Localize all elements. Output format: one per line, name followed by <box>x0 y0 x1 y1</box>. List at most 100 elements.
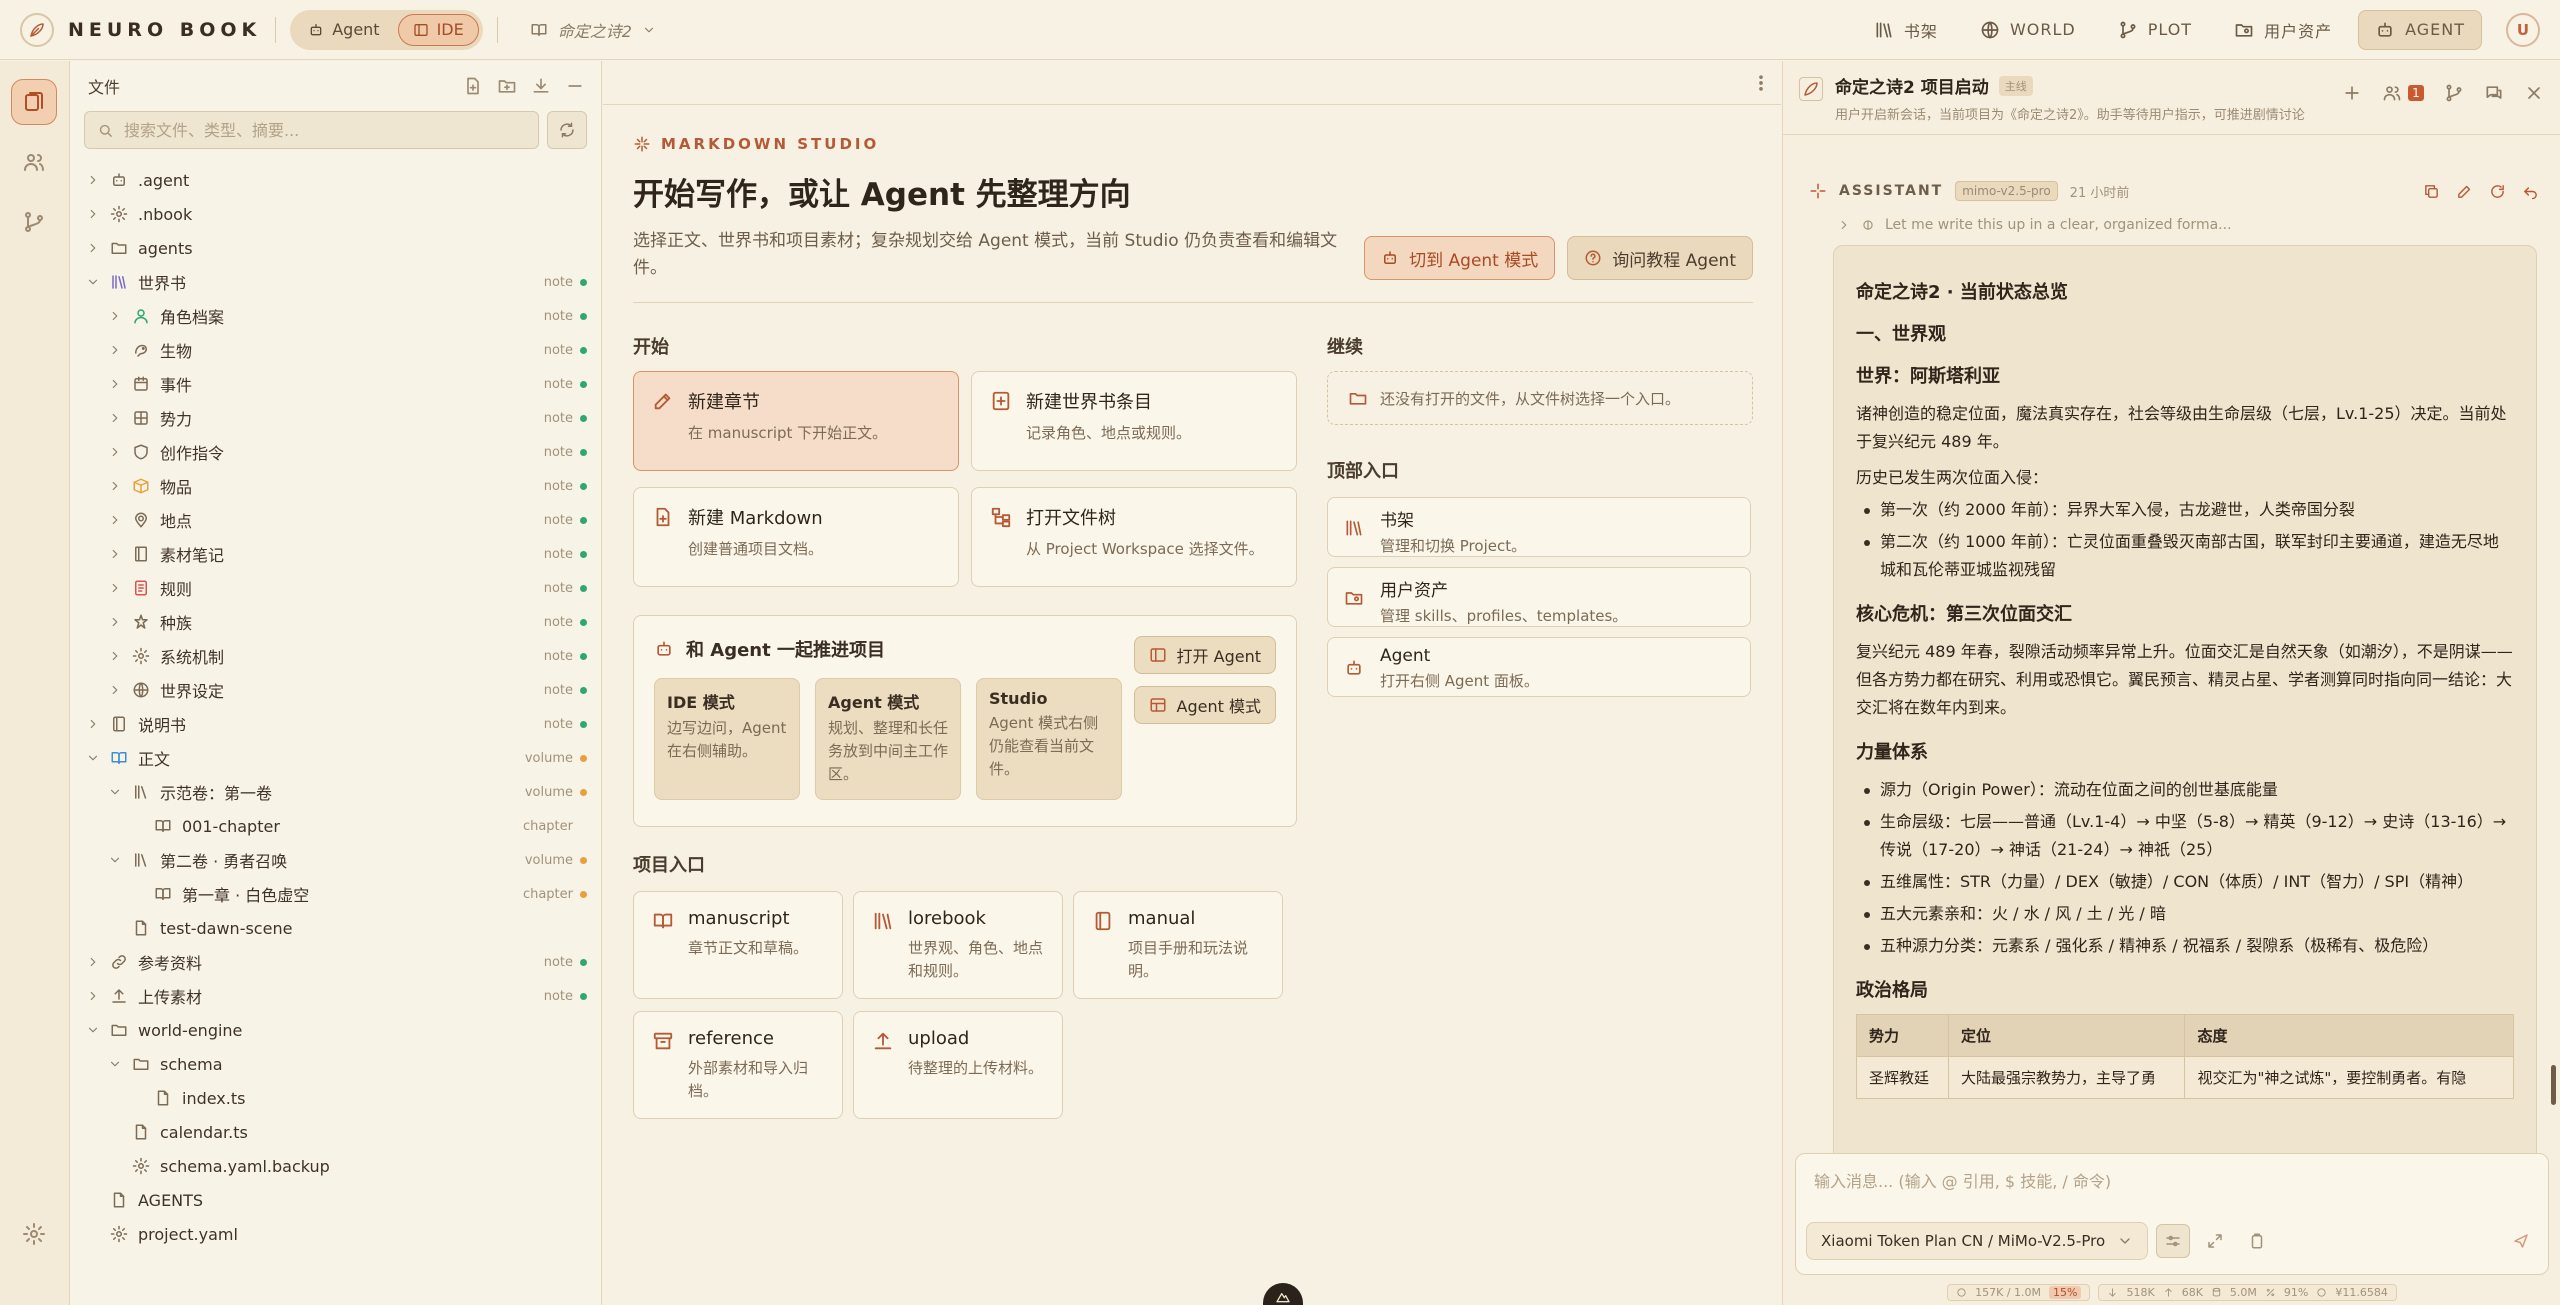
tree-item[interactable]: 物品 note <box>70 469 601 503</box>
chevron-right-icon[interactable] <box>108 683 122 697</box>
chevron-right-icon[interactable] <box>108 445 122 459</box>
tree-item[interactable]: 生物 note <box>70 333 601 367</box>
search-input[interactable] <box>124 120 526 140</box>
new-folder-icon[interactable] <box>497 76 517 96</box>
chevron-down-icon[interactable] <box>86 275 100 289</box>
tree-item[interactable]: 001-chapter chapter <box>70 809 601 843</box>
chevron-down-icon[interactable] <box>108 1057 122 1071</box>
switch-agent-mode-button[interactable]: 切到 Agent 模式 <box>1364 236 1556 280</box>
model-select[interactable]: Xiaomi Token Plan CN / MiMo-V2.5-Pro <box>1806 1222 2148 1260</box>
app-logo[interactable] <box>20 12 54 47</box>
project-card-lorebook[interactable]: lorebook 世界观、角色、地点和规则。 <box>853 891 1063 999</box>
users-icon[interactable] <box>2382 83 2402 103</box>
chat-scrollbar[interactable] <box>2551 1065 2556 1105</box>
chevron-right-icon[interactable] <box>86 207 100 221</box>
mode-agent-button[interactable]: Agent <box>294 14 393 46</box>
chevron-right-icon[interactable] <box>108 649 122 663</box>
tree-item[interactable]: 第二卷 · 勇者召唤 volume <box>70 843 601 877</box>
project-card-reference[interactable]: reference 外部素材和导入归档。 <box>633 1011 843 1119</box>
clipboard-button[interactable] <box>2240 1224 2274 1258</box>
tree-item[interactable]: schema <box>70 1047 601 1081</box>
refresh-button[interactable] <box>547 111 587 149</box>
git-activity-button[interactable] <box>11 199 57 245</box>
chat-history-icon[interactable] <box>2484 83 2504 103</box>
chevron-right-icon[interactable] <box>108 377 122 391</box>
tree-item[interactable]: 规则 note <box>70 571 601 605</box>
send-button[interactable] <box>2504 1224 2538 1258</box>
ask-tutorial-agent-button[interactable]: 询问教程 Agent <box>1567 236 1753 280</box>
collapse-icon[interactable] <box>565 76 585 96</box>
tree-item[interactable]: 创作指令 note <box>70 435 601 469</box>
app-badge[interactable] <box>1263 1283 1303 1305</box>
import-icon[interactable] <box>531 76 551 96</box>
options-button[interactable] <box>2156 1224 2190 1258</box>
tree-item[interactable]: 事件 note <box>70 367 601 401</box>
toplink-user-assets[interactable]: 用户资产 管理 skills、profiles、templates。 <box>1327 567 1751 627</box>
tree-item[interactable]: 参考资料 note <box>70 945 601 979</box>
tree-item[interactable]: 第一章 · 白色虚空 chapter <box>70 877 601 911</box>
open-file-tree-card[interactable]: 打开文件树从 Project Workspace 选择文件。 <box>971 487 1297 587</box>
files-activity-button[interactable] <box>11 79 57 125</box>
copy-icon[interactable] <box>2423 183 2440 200</box>
chevron-right-icon[interactable] <box>108 513 122 527</box>
characters-activity-button[interactable] <box>11 139 57 185</box>
chevron-down-icon[interactable] <box>86 751 100 765</box>
project-card-manual[interactable]: manual 项目手册和玩法说明。 <box>1073 891 1283 999</box>
tree-item[interactable]: schema.yaml.backup <box>70 1149 601 1183</box>
thinking-summary[interactable]: Let me write this up in a clear, organiz… <box>1837 217 2232 233</box>
chevron-right-icon[interactable] <box>108 581 122 595</box>
more-icon[interactable] <box>1751 73 1771 93</box>
project-card-manuscript[interactable]: manuscript 章节正文和草稿。 <box>633 891 843 999</box>
tree-item[interactable]: AGENTS <box>70 1183 601 1217</box>
tree-item[interactable]: index.ts <box>70 1081 601 1115</box>
chevron-right-icon[interactable] <box>86 717 100 731</box>
tree-item[interactable]: calendar.ts <box>70 1115 601 1149</box>
chevron-right-icon[interactable] <box>108 309 122 323</box>
mode-ide-button[interactable]: IDE <box>397 13 479 46</box>
new-chapter-card[interactable]: 新建章节在 manuscript 下开始正文。 <box>633 371 959 471</box>
chevron-right-icon[interactable] <box>108 615 122 629</box>
new-markdown-card[interactable]: 新建 Markdown 创建普通项目文档。 <box>633 487 959 587</box>
chevron-right-icon[interactable] <box>108 479 122 493</box>
avatar[interactable]: U <box>2506 12 2540 47</box>
project-card-upload[interactable]: upload 待整理的上传材料。 <box>853 1011 1063 1119</box>
chevron-right-icon[interactable] <box>108 547 122 561</box>
chevron-down-icon[interactable] <box>108 785 122 799</box>
tree-item[interactable]: .agent <box>70 163 601 197</box>
chevron-right-icon[interactable] <box>86 989 100 1003</box>
nav-user-assets-button[interactable]: 用户资产 <box>2218 10 2348 50</box>
tree-item[interactable]: 种族 note <box>70 605 601 639</box>
book-selector[interactable]: 命定之诗2 <box>530 18 656 42</box>
tree-item[interactable]: 说明书 note <box>70 707 601 741</box>
chevron-down-icon[interactable] <box>86 1023 100 1037</box>
tree-item[interactable]: 上传素材 note <box>70 979 601 1013</box>
chevron-right-icon[interactable] <box>108 343 122 357</box>
tree-item[interactable]: 系统机制 note <box>70 639 601 673</box>
nav-plot-button[interactable]: PLOT <box>2102 10 2208 50</box>
regenerate-icon[interactable] <box>2489 183 2506 200</box>
undo-icon[interactable] <box>2522 183 2539 200</box>
nav-library-button[interactable]: 书架 <box>1858 10 1954 50</box>
toplink-agent[interactable]: Agent 打开右侧 Agent 面板。 <box>1327 637 1751 697</box>
chevron-right-icon[interactable] <box>86 241 100 255</box>
tree-item[interactable]: world-engine <box>70 1013 601 1047</box>
nav-agent-button[interactable]: AGENT <box>2358 9 2482 50</box>
branch-icon[interactable] <box>2444 83 2464 103</box>
close-icon[interactable] <box>2524 83 2544 103</box>
tree-item[interactable]: 角色档案 note <box>70 299 601 333</box>
tree-item[interactable]: 正文 volume <box>70 741 601 775</box>
open-agent-button[interactable]: 打开 Agent <box>1133 636 1276 674</box>
agent-mode-button[interactable]: Agent 模式 <box>1133 686 1276 724</box>
tree-item[interactable]: 地点 note <box>70 503 601 537</box>
tree-item[interactable]: project.yaml <box>70 1217 601 1251</box>
tree-item[interactable]: 世界设定 note <box>70 673 601 707</box>
tree-item[interactable]: .nbook <box>70 197 601 231</box>
tree-item[interactable]: 世界书 note <box>70 265 601 299</box>
new-lore-entry-card[interactable]: 新建世界书条目 记录角色、地点或规则。 <box>971 371 1297 471</box>
expand-button[interactable] <box>2198 1224 2232 1258</box>
settings-activity-button[interactable] <box>11 1211 57 1257</box>
nav-world-button[interactable]: WORLD <box>1964 10 2092 50</box>
edit-icon[interactable] <box>2456 183 2473 200</box>
chevron-down-icon[interactable] <box>108 853 122 867</box>
toplink-library[interactable]: 书架 管理和切换 Project。 <box>1327 497 1751 557</box>
